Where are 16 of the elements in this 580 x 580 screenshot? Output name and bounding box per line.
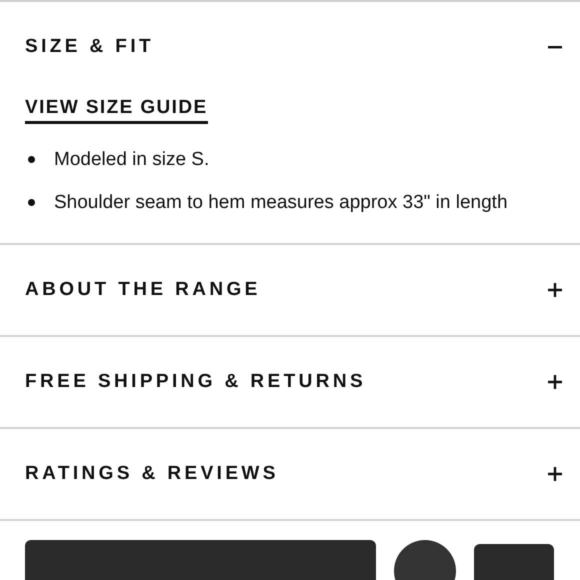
plus-icon[interactable] xyxy=(547,466,563,482)
section-title: FREE SHIPPING & RETURNS xyxy=(25,371,366,393)
accordion-header[interactable]: ABOUT THE RANGE xyxy=(0,245,580,335)
bullet-text: Shoulder seam to hem measures approx 33" in length xyxy=(54,191,508,215)
section-title: ABOUT THE RANGE xyxy=(25,279,261,301)
bullet-text: Modeled in size S. xyxy=(54,148,210,172)
accordion-header[interactable]: SIZE & FIT xyxy=(0,2,580,92)
accordion-header[interactable]: RATINGS & REVIEWS xyxy=(0,429,580,519)
section-title: SIZE & FIT xyxy=(25,36,154,58)
plus-icon[interactable] xyxy=(547,282,563,298)
section-title: RATINGS & REVIEWS xyxy=(25,463,279,485)
size-guide-link[interactable]: VIEW SIZE GUIDE xyxy=(25,97,208,124)
bullet-icon xyxy=(28,156,35,163)
bullet-icon xyxy=(28,199,35,206)
accordion-header[interactable]: FREE SHIPPING & RETURNS xyxy=(0,337,580,427)
plus-icon[interactable] xyxy=(547,374,563,390)
